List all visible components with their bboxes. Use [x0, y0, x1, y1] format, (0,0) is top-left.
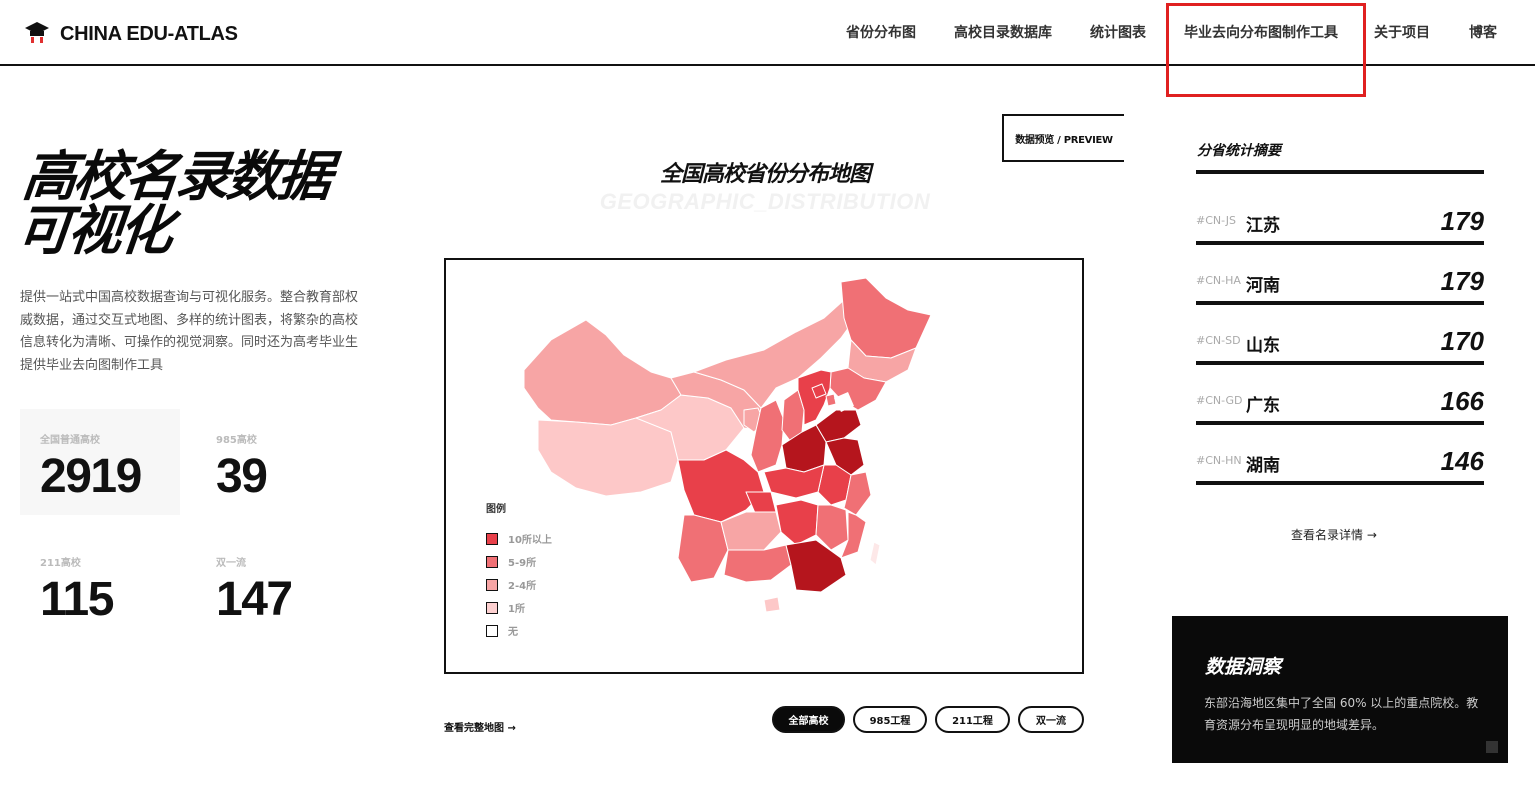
- hero-title: 高校名录数据可视化: [13, 145, 333, 262]
- filter-211[interactable]: 211工程: [935, 706, 1010, 733]
- stat-label: 985高校: [216, 435, 257, 446]
- province-name: 广东: [1246, 396, 1280, 416]
- province-rank-row[interactable]: #CN-HA 河南 179: [1196, 260, 1484, 320]
- nav-province-map[interactable]: 省份分布图: [846, 22, 916, 42]
- filter-985[interactable]: 985工程: [853, 706, 927, 733]
- preview-tag[interactable]: 数据预览 / PREVIEW: [1002, 114, 1124, 162]
- nav-statistics[interactable]: 统计图表: [1090, 22, 1146, 42]
- province-count: 166: [1440, 386, 1484, 416]
- view-full-map-link[interactable]: 查看完整地图 →: [444, 719, 516, 734]
- legend-item: 无: [486, 619, 552, 642]
- province-code: #CN-SD: [1196, 334, 1241, 347]
- nav-college-database[interactable]: 高校目录数据库: [954, 22, 1052, 42]
- province-guangdong: [785, 539, 847, 593]
- stat-label: 211高校: [40, 558, 81, 569]
- insight-body: 东部沿海地区集中了全国 60% 以上的重点院校。教育资源分布呈现明显的地域差异。: [1204, 696, 1479, 732]
- stat-value: 115: [40, 573, 114, 626]
- province-hubei: [763, 464, 825, 499]
- legend-swatch: [486, 578, 498, 591]
- legend-label: 10所以上: [508, 535, 552, 546]
- stat-card-double-first-class: 双一流 147: [196, 532, 356, 638]
- insight-card: 数据洞察 东部沿海地区集中了全国 60% 以上的重点院校。教育资源分布呈现明显的…: [1172, 616, 1508, 763]
- divider: [1196, 170, 1484, 174]
- stat-card-985: 985高校 39: [196, 409, 356, 515]
- legend-swatch: [486, 601, 498, 614]
- nav-about[interactable]: 关于项目: [1374, 22, 1430, 42]
- nav-blog[interactable]: 博客: [1469, 22, 1497, 42]
- province-hunan: [775, 499, 819, 546]
- province-code: #CN-HA: [1196, 274, 1241, 287]
- stat-card-211: 211高校 115: [20, 532, 180, 638]
- province-tianjin: [825, 393, 837, 407]
- legend-item: 1所: [486, 596, 552, 619]
- province-rank-row[interactable]: #CN-GD 广东 166: [1196, 380, 1484, 440]
- province-xinjiang: [523, 319, 682, 426]
- map-subtitle: GEOGRAPHIC_DISTRIBUTION: [599, 189, 931, 214]
- filter-all-colleges[interactable]: 全部高校: [772, 706, 845, 733]
- legend-swatch: [486, 624, 498, 637]
- map-legend: 图例 10所以上 5-9所 2-4所 1所 无: [486, 500, 552, 642]
- summary-title: 分省统计摘要: [1197, 143, 1281, 159]
- province-code: #CN-GD: [1196, 394, 1243, 407]
- province-code: #CN-JS: [1196, 214, 1236, 227]
- province-rank-row[interactable]: #CN-HN 湖南 146: [1196, 440, 1484, 500]
- legend-swatch: [486, 555, 498, 568]
- stat-card-total: 全国普通高校 2919: [20, 409, 180, 515]
- divider: [1196, 301, 1484, 305]
- province-name: 河南: [1246, 276, 1280, 296]
- province-guangxi: [723, 544, 792, 583]
- hero-description: 提供一站式中国高校数据查询与可视化服务。整合教育部权威数据，通过交互式地图、多样…: [20, 290, 359, 374]
- province-rank-row[interactable]: #CN-JS 江苏 179: [1196, 200, 1484, 260]
- view-details-link[interactable]: 查看名录详情 →: [1196, 526, 1535, 543]
- province-code: #CN-HN: [1196, 454, 1242, 467]
- province-rank-row[interactable]: #CN-SD 山东 170: [1196, 320, 1484, 380]
- legend-item: 10所以上: [486, 527, 552, 550]
- map-title: 全国高校省份分布地图: [659, 162, 871, 187]
- province-count: 146: [1440, 446, 1484, 476]
- legend-item: 2-4所: [486, 573, 552, 596]
- stat-value: 39: [216, 450, 268, 503]
- square-icon: [1486, 741, 1498, 753]
- divider: [1196, 421, 1484, 425]
- province-count: 179: [1440, 206, 1484, 236]
- divider: [1196, 241, 1484, 245]
- legend-item: 5-9所: [486, 550, 552, 573]
- legend-title: 图例: [486, 504, 506, 515]
- highlight-box: [1166, 3, 1366, 97]
- china-map-panel: 图例 10所以上 5-9所 2-4所 1所 无: [444, 258, 1084, 674]
- legend-label: 1所: [508, 604, 525, 615]
- stat-label: 全国普通高校: [40, 435, 100, 446]
- province-count: 179: [1440, 266, 1484, 296]
- province-name: 江苏: [1246, 216, 1280, 236]
- divider: [1196, 361, 1484, 365]
- insight-title: 数据洞察: [1205, 656, 1282, 678]
- province-sichuan: [677, 449, 765, 523]
- divider: [1196, 481, 1484, 485]
- province-count: 170: [1440, 326, 1484, 356]
- stat-value: 147: [216, 573, 293, 626]
- filter-double-first-class[interactable]: 双一流: [1018, 706, 1084, 733]
- province-name: 山东: [1246, 336, 1280, 356]
- province-hainan: [763, 596, 781, 613]
- province-yunnan: [677, 514, 729, 583]
- stat-label: 双一流: [216, 558, 246, 569]
- stat-value: 2919: [40, 450, 142, 503]
- legend-label: 5-9所: [508, 558, 537, 569]
- legend-label: 无: [508, 627, 518, 638]
- legend-swatch: [486, 532, 498, 545]
- province-name: 湖南: [1246, 456, 1280, 476]
- legend-label: 2-4所: [508, 581, 537, 592]
- province-taiwan: [869, 541, 881, 566]
